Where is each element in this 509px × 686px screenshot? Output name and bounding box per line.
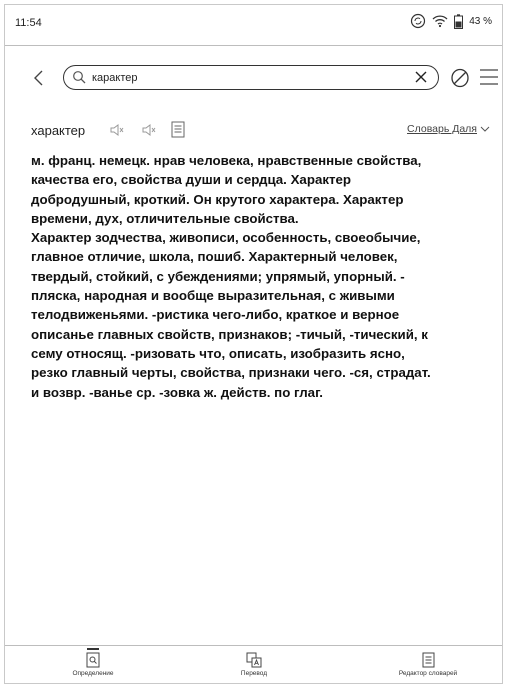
- search-input[interactable]: [92, 69, 392, 86]
- definition-line: добродушный, кроткий. Он крутого характе…: [31, 191, 404, 207]
- definition-line: сему относящ. -ризовать что, описать, из…: [31, 345, 405, 361]
- eraser-icon[interactable]: [449, 67, 471, 89]
- wifi-icon: [432, 15, 448, 28]
- tab-label: Редактор словарей: [398, 670, 458, 677]
- definition-icon: [86, 652, 100, 668]
- battery-percent: 43 %: [469, 15, 492, 27]
- definition-line: главное отличие, школа, пошиб. Характерн…: [31, 249, 398, 265]
- tab-label: Определение: [72, 670, 114, 677]
- speaker-icon-alt[interactable]: [141, 123, 157, 137]
- translate-icon: [246, 652, 262, 668]
- sync-icon: [411, 13, 426, 29]
- definition-line: Характер зодчества, живописи, особенност…: [31, 230, 421, 246]
- definition-line: твердый, стойкий, с убеждениями; упрямый…: [31, 268, 405, 284]
- tab-translate[interactable]: Перевод: [204, 648, 304, 677]
- speaker-icon[interactable]: [109, 123, 125, 137]
- search-icon: [73, 71, 86, 84]
- definition-line: м. франц. немецк. нрав человека, нравств…: [31, 153, 422, 168]
- menu-icon[interactable]: [479, 68, 499, 86]
- back-icon[interactable]: [29, 67, 49, 89]
- clear-icon[interactable]: [414, 70, 428, 84]
- bottom-tab-bar: Определение Перевод Редактор словарей: [5, 645, 502, 686]
- definition-text: м. франц. немецк. нрав человека, нравств…: [31, 151, 493, 402]
- search-box[interactable]: [63, 65, 439, 90]
- tab-definition[interactable]: Определение: [43, 648, 143, 677]
- tab-label: Перевод: [240, 670, 268, 677]
- headword: характер: [31, 123, 86, 138]
- definition-line: качества его, свойства души и сердца. Ха…: [31, 172, 352, 188]
- definition-line: описанье главных свойств, признаков; -ти…: [31, 326, 428, 342]
- definition-line: и возвр. -ванье ср. -зовка ж. действ. по…: [31, 384, 323, 400]
- definition-line: резко главный черты, свойства, признаки …: [31, 365, 431, 381]
- clock: 11:54: [15, 17, 42, 29]
- definition-line: пляска, народная и вообще выразительная,…: [31, 288, 395, 304]
- status-bar: 11:54 43 %: [5, 5, 502, 46]
- definition-line: времени, дух, отличительные свойства.: [31, 210, 299, 226]
- active-tab-indicator: [87, 648, 99, 650]
- note-icon[interactable]: [171, 121, 185, 138]
- dictionary-editor-icon: [422, 652, 434, 668]
- dictionary-name: Словарь Даля: [407, 123, 477, 135]
- chevron-down-icon: [480, 126, 490, 132]
- app-window: 11:54 43 % характер Словарь Даля м. фран…: [4, 4, 503, 684]
- battery-icon: [454, 13, 464, 29]
- dictionary-selector[interactable]: Словарь Даля: [407, 123, 490, 135]
- tab-dictionary-editor[interactable]: Редактор словарей: [378, 648, 478, 677]
- definition-line: телодвиженьями. -ристика чего-либо, крат…: [31, 307, 400, 323]
- status-icons: 43 %: [410, 13, 492, 29]
- word-header: характер Словарь Даля: [5, 119, 502, 141]
- search-row: [5, 63, 502, 93]
